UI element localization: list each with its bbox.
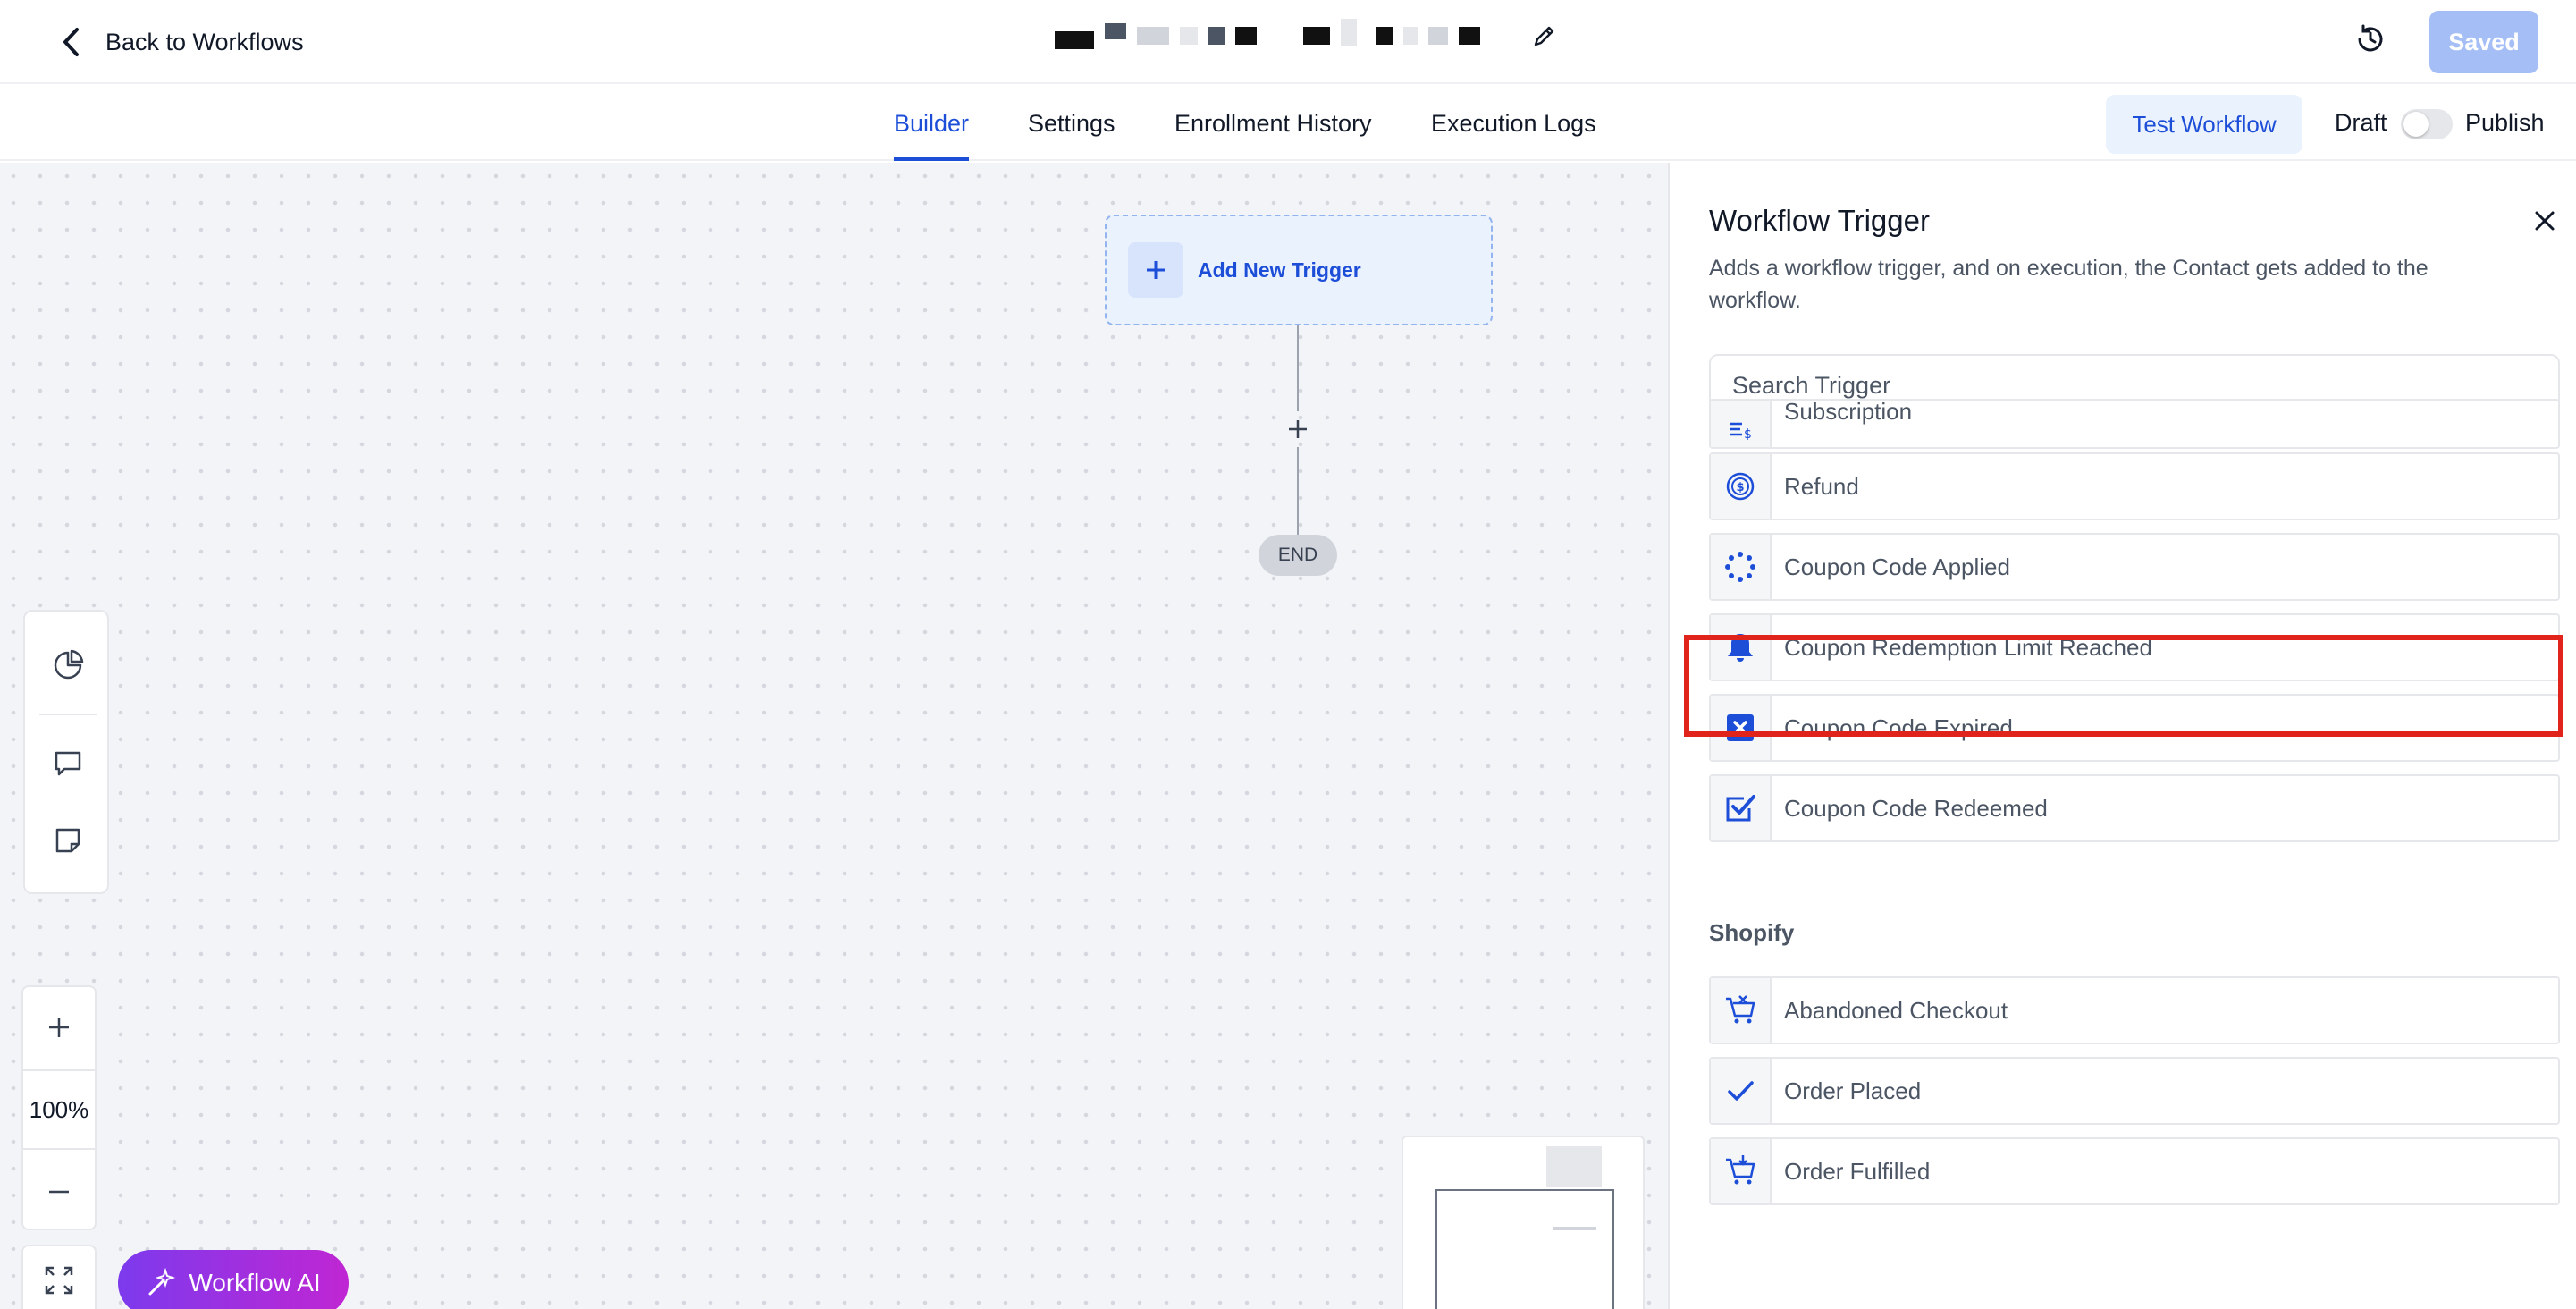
history-icon[interactable] xyxy=(2353,21,2388,57)
cart-x-icon xyxy=(1711,978,1772,1043)
trigger-label: Coupon Code Expired xyxy=(1784,714,2013,741)
publish-toggle[interactable] xyxy=(2401,109,2453,139)
panel-description: Adds a workflow trigger, and on executio… xyxy=(1709,256,2429,313)
minus-icon xyxy=(49,1190,69,1194)
trigger-label: Subscription xyxy=(1784,397,1913,425)
test-workflow-button[interactable]: Test Workflow xyxy=(2106,95,2302,154)
sticky-note-icon[interactable] xyxy=(50,823,86,858)
tabs-bar: Builder Settings Enrollment History Exec… xyxy=(0,86,2576,161)
fullscreen-button[interactable] xyxy=(21,1245,97,1309)
workflow-ai-label: Workflow AI xyxy=(189,1269,321,1296)
trigger-label: Abandoned Checkout xyxy=(1784,996,2008,1024)
close-icon[interactable] xyxy=(2531,207,2558,234)
add-step-plus-icon[interactable] xyxy=(1284,415,1312,443)
svg-text:$: $ xyxy=(1737,481,1745,494)
workflow-ai-button[interactable]: Workflow AI xyxy=(118,1250,349,1309)
publish-label: Publish xyxy=(2465,109,2545,136)
trigger-label: Refund xyxy=(1784,472,1859,500)
workflow-trigger-panel: Workflow Trigger Adds a workflow trigger… xyxy=(1668,163,2576,1309)
panel-title: Workflow Trigger xyxy=(1709,204,1930,237)
bell-icon xyxy=(1711,615,1772,680)
minimap-node xyxy=(1546,1146,1602,1187)
section-header-shopify: Shopify xyxy=(1709,919,1795,946)
trigger-item-coupon-code-redeemed[interactable]: Coupon Code Redeemed xyxy=(1709,774,2560,842)
zoom-level: 100% xyxy=(23,1069,95,1150)
trigger-item-coupon-redemption-limit-reached[interactable]: Coupon Redemption Limit Reached xyxy=(1709,613,2560,681)
minimap-viewport[interactable] xyxy=(1435,1189,1614,1309)
comment-icon[interactable] xyxy=(50,746,86,781)
tab-settings[interactable]: Settings xyxy=(1028,86,1115,161)
edit-name-pencil-icon[interactable] xyxy=(1530,23,1557,50)
trigger-label: Coupon Redemption Limit Reached xyxy=(1784,633,2152,661)
check-square-icon xyxy=(1711,776,1772,840)
workflow-canvas[interactable]: Add New Trigger END 100% Workflow AI xyxy=(0,163,1668,1309)
connector-line xyxy=(1297,447,1299,535)
trigger-item-order-placed[interactable]: Order Placed xyxy=(1709,1057,2560,1125)
cart-down-icon xyxy=(1711,1139,1772,1203)
zoom-out-button[interactable] xyxy=(23,1152,95,1232)
trigger-label: Order Placed xyxy=(1784,1077,1922,1104)
workflow-name-redacted[interactable] xyxy=(1055,18,1480,54)
plus-icon xyxy=(49,1018,69,1037)
zoom-controls: 100% xyxy=(21,985,97,1230)
trigger-label: Order Fulfilled xyxy=(1784,1157,1931,1185)
divider xyxy=(39,714,97,715)
plus-icon xyxy=(1128,242,1183,298)
trigger-label: Coupon Code Applied xyxy=(1784,553,2010,580)
pie-chart-icon[interactable] xyxy=(50,647,86,683)
refund-icon: $ xyxy=(1711,454,1772,519)
trigger-item-coupon-code-expired[interactable]: Coupon Code Expired xyxy=(1709,694,2560,762)
draft-label: Draft xyxy=(2335,109,2387,136)
tab-execution-logs[interactable]: Execution Logs xyxy=(1431,86,1596,161)
chevron-left-icon xyxy=(63,28,79,56)
toggle-knob xyxy=(2403,112,2429,137)
tab-builder[interactable]: Builder xyxy=(894,86,970,161)
trigger-item-abandoned-checkout[interactable]: Abandoned Checkout xyxy=(1709,976,2560,1044)
add-new-trigger-node[interactable]: Add New Trigger xyxy=(1105,215,1493,325)
expand-icon xyxy=(45,1266,73,1295)
svg-text:$: $ xyxy=(1744,427,1752,442)
loading-dots-icon xyxy=(1711,535,1772,599)
saved-button[interactable]: Saved xyxy=(2429,11,2538,73)
minimap[interactable] xyxy=(1402,1136,1645,1309)
back-to-workflows-link[interactable]: Back to Workflows xyxy=(59,23,304,61)
minimap-line xyxy=(1553,1227,1596,1230)
x-square-icon xyxy=(1711,696,1772,760)
add-trigger-label: Add New Trigger xyxy=(1198,258,1361,282)
magic-wand-icon xyxy=(148,1268,176,1296)
trigger-item-coupon-code-applied[interactable]: Coupon Code Applied xyxy=(1709,533,2560,601)
back-label: Back to Workflows xyxy=(105,28,304,55)
canvas-tools-panel xyxy=(23,610,109,894)
subscription-icon: $ xyxy=(1711,401,1772,447)
top-bar: Back to Workflows Saved xyxy=(0,0,2576,84)
trigger-item-order-fulfilled[interactable]: Order Fulfilled xyxy=(1709,1137,2560,1205)
tab-enrollment-history[interactable]: Enrollment History xyxy=(1174,86,1372,161)
trigger-label: Coupon Code Redeemed xyxy=(1784,794,2048,822)
trigger-item-subscription[interactable]: $ Subscription xyxy=(1709,397,2560,449)
zoom-in-button[interactable] xyxy=(23,987,95,1068)
trigger-item-refund[interactable]: $ Refund xyxy=(1709,452,2560,520)
connector-line xyxy=(1297,325,1299,411)
check-icon xyxy=(1711,1059,1772,1123)
end-node: END xyxy=(1259,535,1337,576)
